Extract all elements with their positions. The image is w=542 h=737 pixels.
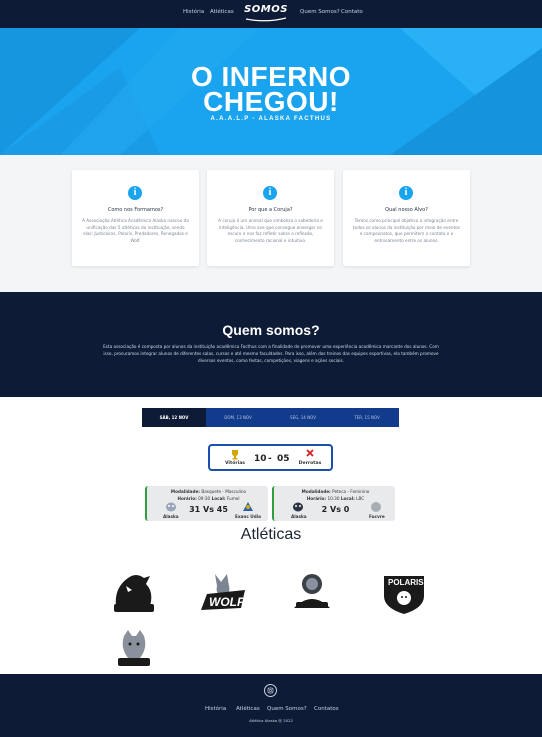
wolf-logo[interactable]: WOLF xyxy=(195,568,251,616)
hero-banner: O INFERNO CHEGOU! A.A.A.L.P - ALASKA FAC… xyxy=(0,28,542,155)
predadores-emblem-icon xyxy=(114,575,154,612)
tab-day-2[interactable]: DOM, 13 NOV xyxy=(206,408,270,427)
nav-link-contato[interactable]: Contato xyxy=(341,9,363,15)
renegados-logo[interactable] xyxy=(106,626,162,674)
card-text: A coruja é um animal que simboliza o sab… xyxy=(218,218,323,243)
hero-subtitle: A.A.A.L.P - ALASKA FACTHUS xyxy=(210,116,332,122)
close-icon xyxy=(306,449,314,457)
card-formation: i Como nos Formamos? A Associação Atléti… xyxy=(72,170,199,266)
hero-title-line2: CHEGOU! xyxy=(203,86,339,117)
atleticas-title: Atléticas xyxy=(240,526,302,543)
home-team: Alaska xyxy=(163,514,179,519)
card-title: Por que a Coruja? xyxy=(248,207,293,213)
nav-logo[interactable]: SOMOS xyxy=(240,4,292,22)
away-team: Fucvre xyxy=(369,514,385,519)
losses-label: Derrotas xyxy=(298,461,322,466)
about-text: Esta associação é composta por alunos da… xyxy=(103,344,439,363)
footer-copyright: Atlética Alaska @ 2022 xyxy=(249,718,293,723)
record-separator: - xyxy=(268,454,272,464)
away-team: Exanc Udia xyxy=(235,514,261,519)
card-text: A Associação Atlética Acadêmica Alaska n… xyxy=(82,218,189,243)
wins-count: 10 xyxy=(254,454,267,464)
predadores-logo[interactable] xyxy=(106,568,162,616)
info-icon: i xyxy=(399,186,413,200)
card-goal: i Qual nosso Alvo? Temos como principal … xyxy=(343,170,470,266)
card-title: Qual nosso Alvo? xyxy=(385,207,428,213)
svg-text:POLARIS: POLARIS xyxy=(388,578,424,587)
card-owl: i Por que a Coruja? A coruja é um animal… xyxy=(207,170,334,266)
svg-text:WOLF: WOLF xyxy=(209,595,245,609)
nav-link-quem-somos[interactable]: Quem Somos? xyxy=(300,9,340,15)
tab-day-4[interactable]: TER, 15 NOV xyxy=(335,408,399,427)
instagram-glyph xyxy=(267,687,274,694)
info-icon: i xyxy=(263,186,277,200)
game-modality: Modalidade: Basquete - Masculino xyxy=(170,489,247,494)
record-box: Vitórias 10 - 05 Derrotas xyxy=(208,444,333,471)
info-cards-section: i Como nos Formamos? A Associação Atléti… xyxy=(0,155,542,292)
wolf-emblem-icon: WOLF xyxy=(201,574,245,610)
tab-day-3[interactable]: SEG, 14 NOV xyxy=(271,408,335,427)
footer-link-historia[interactable]: História xyxy=(205,706,226,712)
home-team: Alaska xyxy=(291,514,307,519)
trophy-icon xyxy=(232,450,238,460)
game-card-2[interactable]: Modalidade: Peteca - Feminino Horário: 1… xyxy=(272,486,395,521)
card-text: Temos como principal objetivo a integraç… xyxy=(353,218,460,243)
footer-link-quem-somos[interactable]: Quem Somos? xyxy=(267,706,307,712)
nav-link-historia[interactable]: História xyxy=(183,9,204,15)
about-section: Quem somos? Esta associação é composta p… xyxy=(0,292,542,397)
justiceiros-emblem-icon xyxy=(294,574,330,608)
game-card-1[interactable]: Modalidade: Basquete - Masculino Horário… xyxy=(145,486,268,521)
top-navbar: História Atléticas SOMOS Quem Somos? Con… xyxy=(0,0,542,28)
info-icon: i xyxy=(128,186,142,200)
footer-link-contatos[interactable]: Contatos xyxy=(314,706,339,712)
instagram-icon[interactable] xyxy=(264,684,277,697)
footer-link-atleticas[interactable]: Atléticas xyxy=(236,706,260,712)
game-score: 31 Vs 45 xyxy=(189,505,228,514)
card-title: Como nos Formamos? xyxy=(107,207,164,213)
nav-logo-text: SOMOS xyxy=(244,4,288,15)
polaris-logo[interactable]: POLARIS xyxy=(376,568,432,616)
losses-count: 05 xyxy=(277,454,290,464)
schedule-tabs: SÁB, 12 NOV DOM, 13 NOV SEG, 14 NOV TER,… xyxy=(142,408,399,427)
tab-day-1[interactable]: SÁB, 12 NOV xyxy=(142,408,206,427)
justiceiros-logo[interactable] xyxy=(284,568,340,616)
nav-link-atleticas[interactable]: Atléticas xyxy=(210,9,234,15)
wins-label: Vitórias xyxy=(224,461,246,466)
renegados-emblem-icon xyxy=(118,630,150,666)
game-modality: Modalidade: Peteca - Feminino xyxy=(301,489,370,494)
game-score: 2 Vs 0 xyxy=(321,505,350,514)
nav-logo-swoosh-icon xyxy=(245,17,287,22)
footer: História Atléticas Quem Somos? Contatos … xyxy=(0,674,542,737)
about-title: Quem somos? xyxy=(222,322,320,338)
polaris-emblem-icon: POLARIS xyxy=(384,576,424,614)
